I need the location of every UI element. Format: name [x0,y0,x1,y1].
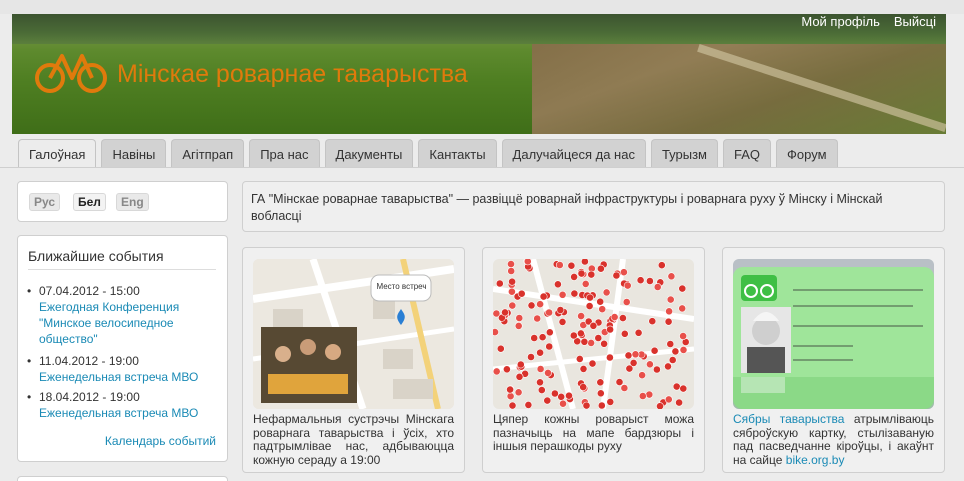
tab-faq[interactable]: FAQ [723,139,772,168]
calendar-link[interactable]: Календарь событий [105,434,216,448]
tab-about[interactable]: Пра нас [249,139,320,168]
top-bar [0,0,964,14]
events-block: Ближайшие события • 07.04.2012 - 15:00 Е… [17,235,228,462]
obstacles-map-image[interactable] [493,259,694,409]
main-nav: Галоўная Навіны Агітпрап Пра нас Дакумен… [18,139,838,168]
tab-tourism[interactable]: Турызм [650,139,718,168]
intro-text: ГА "Мінскае роварнае таварыства" — разві… [251,192,883,223]
logout-link[interactable]: Выйсці [894,14,936,29]
language-switcher: Рус Бел Eng [17,181,228,222]
list-item: • 11.04.2012 - 19:00 Еженедельная встреч… [27,353,214,385]
lang-be[interactable]: Бел [73,193,106,211]
site-title[interactable]: Мінскае роварнае таварыства [117,60,468,89]
tab-documents[interactable]: Дакументы [324,139,414,168]
tab-forum[interactable]: Форум [776,139,838,168]
event-link[interactable]: Ежегодная Конференция "Минское велосипед… [39,300,179,346]
sidebar-block [17,476,228,481]
event-date: 11.04.2012 - 19:00 [39,354,139,368]
tab-news[interactable]: Навіны [101,139,167,168]
card-text: Нефармальныя сустрэчы Мінскага роварнага… [253,412,454,467]
tab-agitprop[interactable]: Агітпрап [171,139,245,168]
user-links: Мой профіль Выйсці [801,14,936,29]
event-date: 07.04.2012 - 15:00 [39,284,140,298]
list-item: • 18.04.2012 - 19:00 Еженедельная встреч… [27,389,214,421]
profile-link[interactable]: Мой профіль [801,14,880,29]
member-id-card-image[interactable] [733,259,934,409]
lang-ru[interactable]: Рус [29,193,61,211]
tab-home[interactable]: Галоўная [18,139,97,168]
map-popup-label: Место встреч [376,282,427,291]
site-link[interactable]: bike.org.by [786,453,845,467]
feature-card: Сябры таварыства атрымліваюць сяброўскую… [722,247,945,473]
tab-contacts[interactable]: Кантакты [418,139,497,168]
list-item: • 07.04.2012 - 15:00 Ежегодная Конференц… [27,283,214,347]
nav-divider [0,167,964,168]
tab-join[interactable]: Далучайцеся да нас [501,139,646,168]
event-link[interactable]: Еженедельная встреча МВО [39,406,198,420]
header-banner: Мінскае роварнае таварыства [12,14,946,134]
bicycle-logo-icon[interactable] [34,48,108,96]
feature-card: Цяпер кожны роварыст можа пазначыць на м… [482,247,705,473]
feature-card: Место встреч Нефармальныя сустрэчы Мінск… [242,247,465,473]
members-link[interactable]: Сябры таварыства [733,412,844,426]
events-title: Ближайшие события [28,248,164,264]
meeting-map-image[interactable]: Место встреч [253,259,454,409]
event-link[interactable]: Еженедельная встреча МВО [39,370,198,384]
card-text: Сябры таварыства атрымліваюць сяброўскую… [733,412,934,467]
intro-block: ГА "Мінскае роварнае таварыства" — разві… [242,181,945,232]
lang-en[interactable]: Eng [116,193,149,211]
divider [28,269,216,270]
event-date: 18.04.2012 - 19:00 [39,390,140,404]
card-text: Цяпер кожны роварыст можа пазначыць на м… [493,412,694,453]
